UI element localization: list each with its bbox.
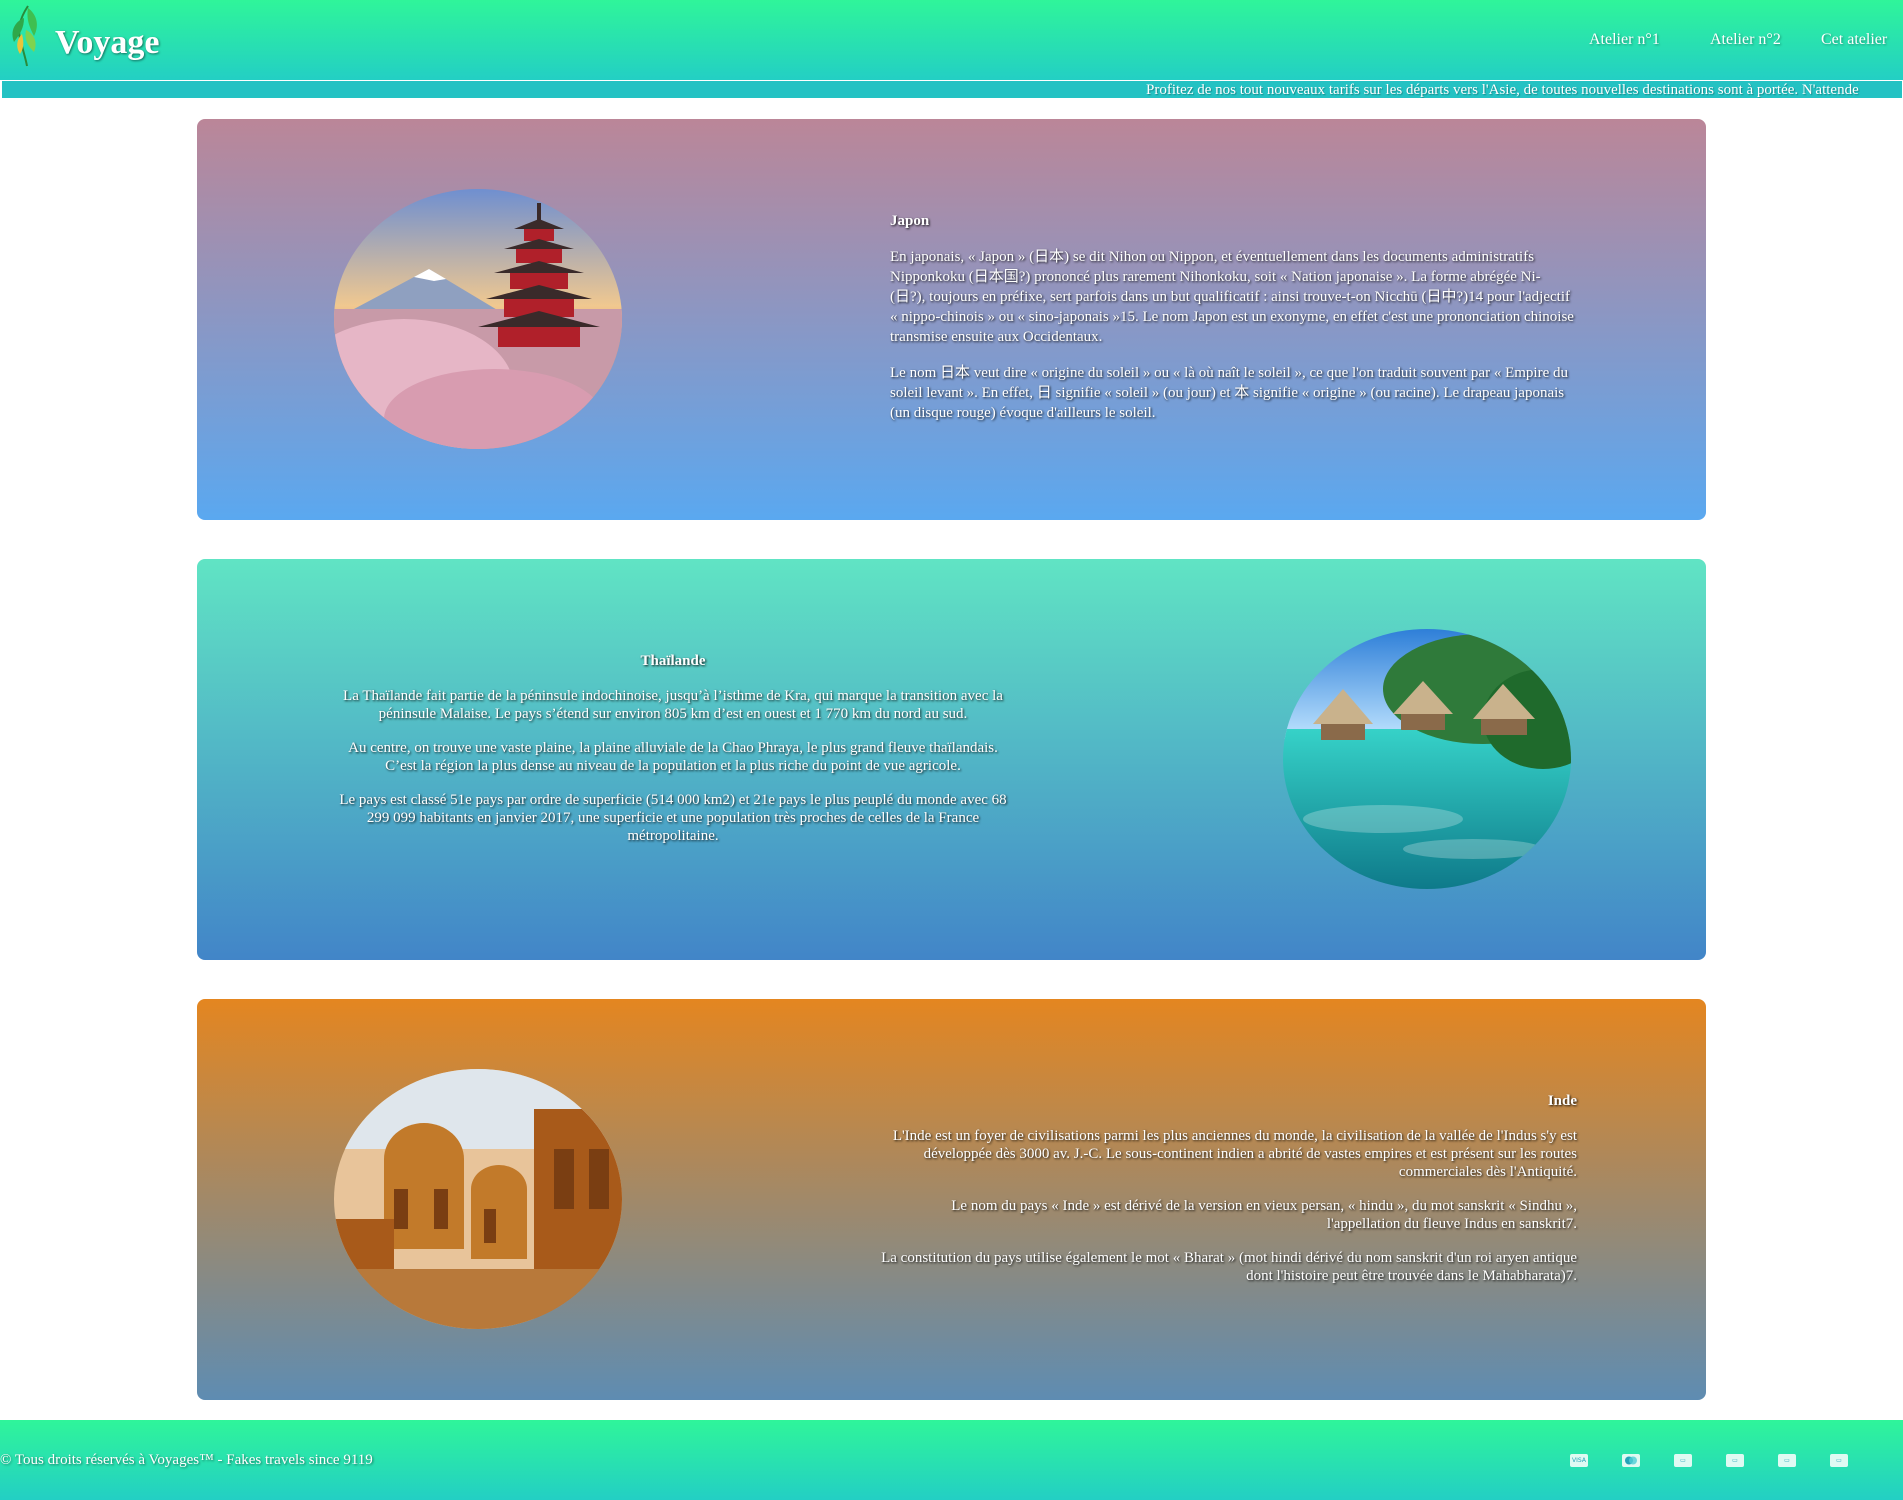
country-paragraph: Le nom 日本 veut dire « origine du soleil … — [890, 365, 1568, 421]
card-icon: ▭ — [1830, 1454, 1848, 1467]
copyright-text: © Tous droits réservés à Voyages™ - Fake… — [0, 1452, 373, 1468]
country-title: Inde — [1547, 1093, 1577, 1109]
country-paragraph: La Thaïlande fait partie de la péninsule… — [343, 688, 1003, 722]
country-paragraph: En japonais, « Japon » (日本) se dit Nihon… — [890, 249, 1574, 345]
country-paragraph: Le pays est classé 51e pays par ordre de… — [339, 792, 1007, 844]
nav-atelier-2[interactable]: Atelier n°2 — [1710, 31, 1781, 49]
brand-name: Voyage — [55, 24, 160, 61]
country-card-thailande: Thaïlande La Thaïlande fait partie de la… — [197, 559, 1706, 960]
site-header: Voyage Atelier n°1 Atelier n°2 Cet ateli… — [0, 0, 1903, 80]
visa-icon: VISA — [1570, 1454, 1588, 1467]
site-footer: © Tous droits réservés à Voyages™ - Fake… — [0, 1420, 1903, 1500]
thailande-text: Thaïlande La Thaïlande fait partie de la… — [333, 651, 1013, 861]
country-paragraph: Le nom du pays « Inde » est dérivé de la… — [951, 1198, 1577, 1232]
country-title: Japon — [890, 213, 930, 229]
japon-photo — [334, 189, 622, 449]
country-paragraph: Au centre, on trouve une vaste plaine, l… — [348, 740, 998, 774]
country-card-japon: Japon En japonais, « Japon » (日本) se dit… — [197, 119, 1706, 520]
japon-text: Japon En japonais, « Japon » (日本) se dit… — [890, 211, 1575, 439]
nav-atelier-1[interactable]: Atelier n°1 — [1589, 31, 1660, 49]
country-paragraph: L'Inde est un foyer de civilisations par… — [892, 1128, 1577, 1180]
palm-leaf-icon — [12, 5, 37, 67]
country-title: Thaïlande — [640, 653, 706, 669]
news-ticker: Profitez de nos tout nouveaux tarifs sur… — [1, 80, 1903, 99]
nav-cet-atelier[interactable]: Cet atelier — [1821, 31, 1887, 49]
card-icon: ▭ — [1674, 1454, 1692, 1467]
country-card-inde: Inde L'Inde est un foyer de civilisation… — [197, 999, 1706, 1400]
thailande-photo — [1283, 629, 1571, 889]
card-icon: ▭ — [1778, 1454, 1796, 1467]
ticker-text: Profitez de nos tout nouveaux tarifs sur… — [1146, 82, 1859, 98]
inde-text: Inde L'Inde est un foyer de civilisation… — [877, 1091, 1577, 1301]
mastercard-icon — [1622, 1454, 1640, 1467]
card-icon: ▭ — [1726, 1454, 1744, 1467]
inde-photo — [334, 1069, 622, 1329]
country-paragraph: La constitution du pays utilise égalemen… — [881, 1250, 1577, 1284]
